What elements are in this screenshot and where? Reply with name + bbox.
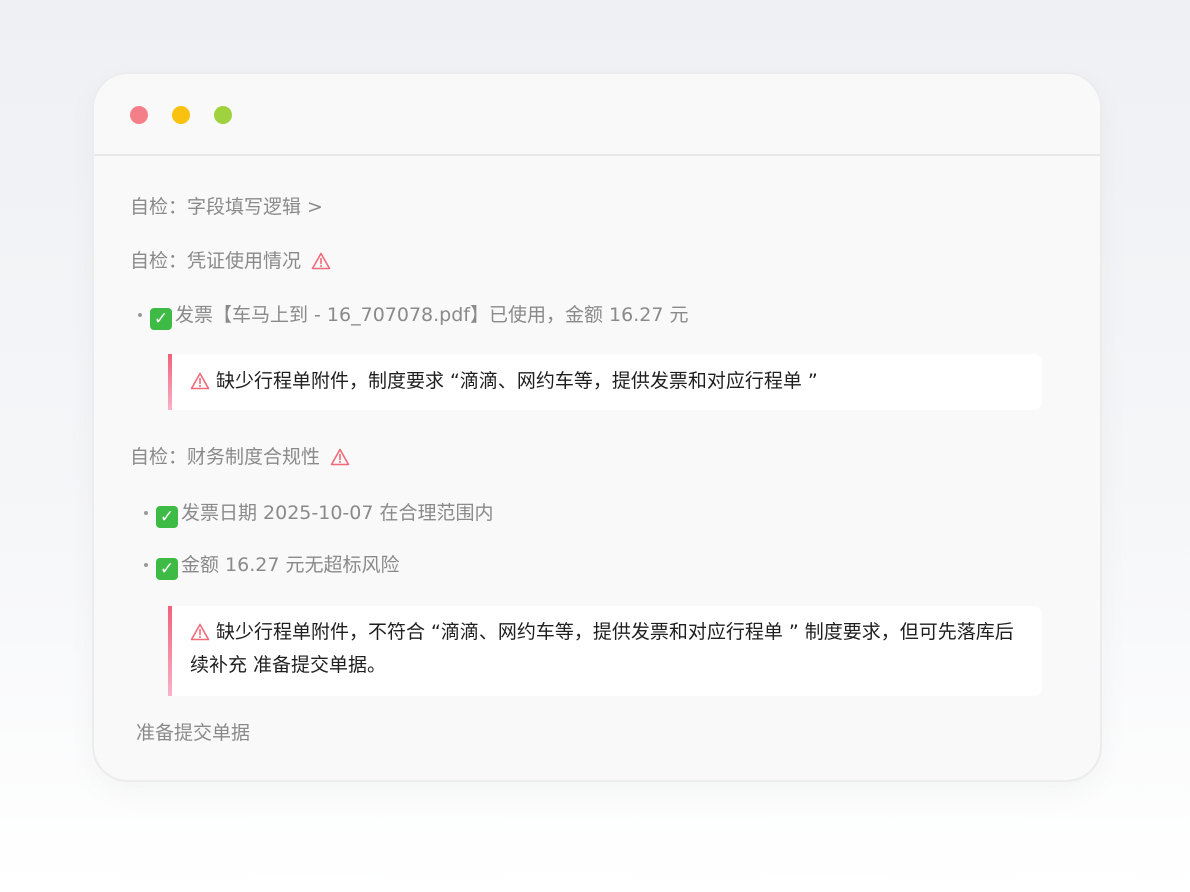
- app-window: 自检：字段填写逻辑 > 自检：凭证使用情况 ✓ 发票【车马上到 - 16_7070…: [92, 72, 1102, 782]
- list-item-date: ✓ 发票日期 2025-10-07 在合理范围内: [144, 500, 494, 528]
- bullet: [144, 511, 148, 515]
- submit-status-text: 准备提交单据: [136, 722, 251, 744]
- policy-warning-callout: 缺少行程单附件，不符合 “滴滴、网约车等，提供发票和对应行程单 ” 制度要求，但…: [168, 606, 1042, 696]
- check-mark-icon: ✓: [150, 308, 172, 330]
- close-window-button[interactable]: [130, 106, 148, 124]
- check-policy-compliance-label: 自检：财务制度合规性: [130, 446, 321, 468]
- policy-date-text: 发票日期 2025-10-07 在合理范围内: [181, 502, 494, 524]
- submit-status: 准备提交单据: [136, 720, 250, 746]
- voucher-warning-callout: 缺少行程单附件，制度要求 “滴滴、网约车等，提供发票和对应行程单 ”: [168, 354, 1042, 410]
- list-item-voucher: ✓ 发票【车马上到 - 16_707078.pdf】已使用，金额 16.27 元: [138, 302, 688, 330]
- self-check-panel: 自检：字段填写逻辑 > 自检：凭证使用情况 ✓ 发票【车马上到 - 16_7070…: [94, 158, 1100, 780]
- voucher-warning-text: 缺少行程单附件，制度要求 “滴滴、网约车等，提供发票和对应行程单 ”: [216, 370, 818, 392]
- minimize-window-button[interactable]: [172, 106, 190, 124]
- check-policy-compliance: 自检：财务制度合规性: [130, 444, 350, 470]
- list-item-amount: ✓ 金额 16.27 元无超标风险: [144, 552, 399, 580]
- voucher-item-text: 发票【车马上到 - 16_707078.pdf】已使用，金额 16.27 元: [175, 304, 689, 326]
- check-field-logic-label: 自检：字段填写逻辑 >: [130, 196, 323, 218]
- policy-amount-text: 金额 16.27 元无超标风险: [181, 554, 400, 576]
- check-mark-icon: ✓: [156, 506, 178, 528]
- check-field-logic[interactable]: 自检：字段填写逻辑 >: [130, 194, 323, 220]
- bullet: [138, 313, 142, 317]
- check-voucher-usage: 自检：凭证使用情况: [130, 248, 331, 274]
- warning-triangle-icon: [330, 448, 350, 466]
- warning-triangle-icon: [190, 623, 210, 641]
- check-mark-icon: ✓: [156, 558, 178, 580]
- title-bar: [94, 74, 1100, 156]
- warning-triangle-icon: [311, 252, 331, 270]
- warning-triangle-icon: [190, 372, 210, 390]
- check-voucher-usage-label: 自检：凭证使用情况: [130, 250, 302, 272]
- bullet: [144, 563, 148, 567]
- policy-warning-text: 缺少行程单附件，不符合 “滴滴、网约车等，提供发票和对应行程单 ” 制度要求，但…: [190, 621, 1014, 676]
- zoom-window-button[interactable]: [214, 106, 232, 124]
